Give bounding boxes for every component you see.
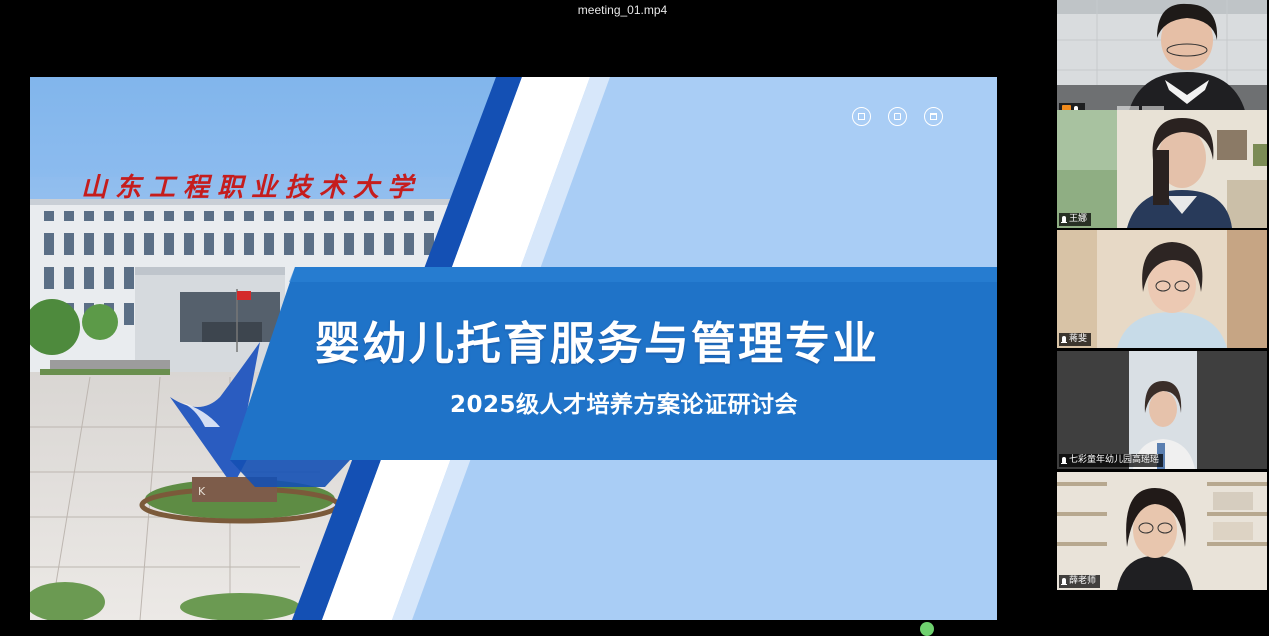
participant-video: [1057, 110, 1267, 228]
participant-name-tag: 薛老师: [1059, 575, 1101, 588]
participant-name-tag: 王娜: [1059, 213, 1092, 226]
participant-tile[interactable]: 蒋斐: [1057, 230, 1267, 348]
screen-share-view[interactable]: K 山东工程职业技术大学 婴幼儿托育服务与管理专业 2025级人才培养方案论证研…: [30, 77, 997, 620]
participant-tile[interactable]: 王娜: [1057, 110, 1267, 228]
participant-name: 七彩童年幼儿园高瑶瑶: [1069, 455, 1160, 465]
participant-tile[interactable]: 七彩童年幼儿园高瑶瑶: [1057, 351, 1267, 469]
participant-name: 薛老师: [1069, 576, 1097, 586]
participant-name-tag: 七彩童年幼儿园高瑶瑶: [1059, 454, 1164, 467]
participant-video: [1057, 0, 1267, 118]
svg-text:K: K: [198, 485, 206, 498]
participant-name: 王娜: [1069, 214, 1088, 224]
chart-icon: [852, 107, 871, 126]
participant-video: [1057, 472, 1267, 590]
participant-tile[interactable]: 薛老师: [1057, 472, 1267, 590]
participant-video: [1057, 351, 1267, 469]
participant-video: [1057, 230, 1267, 348]
calendar-icon: [924, 107, 943, 126]
status-indicator-icon: [920, 622, 934, 636]
participant-video-panel: 王娜 蒋斐 七彩童年幼儿园高瑶瑶 薛老师: [1055, 0, 1269, 629]
slide-title: 婴幼儿托育服务与管理专业: [315, 317, 880, 370]
school-name-calligraphy: 山东工程职业技术大学: [80, 173, 421, 203]
participant-name: 蒋斐: [1069, 334, 1088, 344]
slide-subtitle: 2025级人才培养方案论证研讨会: [450, 392, 799, 418]
mic-icon: [1061, 578, 1067, 585]
participant-tile[interactable]: [1057, 0, 1267, 118]
mic-icon: [1061, 336, 1067, 343]
participant-name-tag: 蒋斐: [1059, 333, 1092, 346]
slide-icon-row: [852, 107, 943, 126]
mic-icon: [1061, 457, 1067, 464]
mic-icon: [1061, 216, 1067, 223]
document-icon: [888, 107, 907, 126]
